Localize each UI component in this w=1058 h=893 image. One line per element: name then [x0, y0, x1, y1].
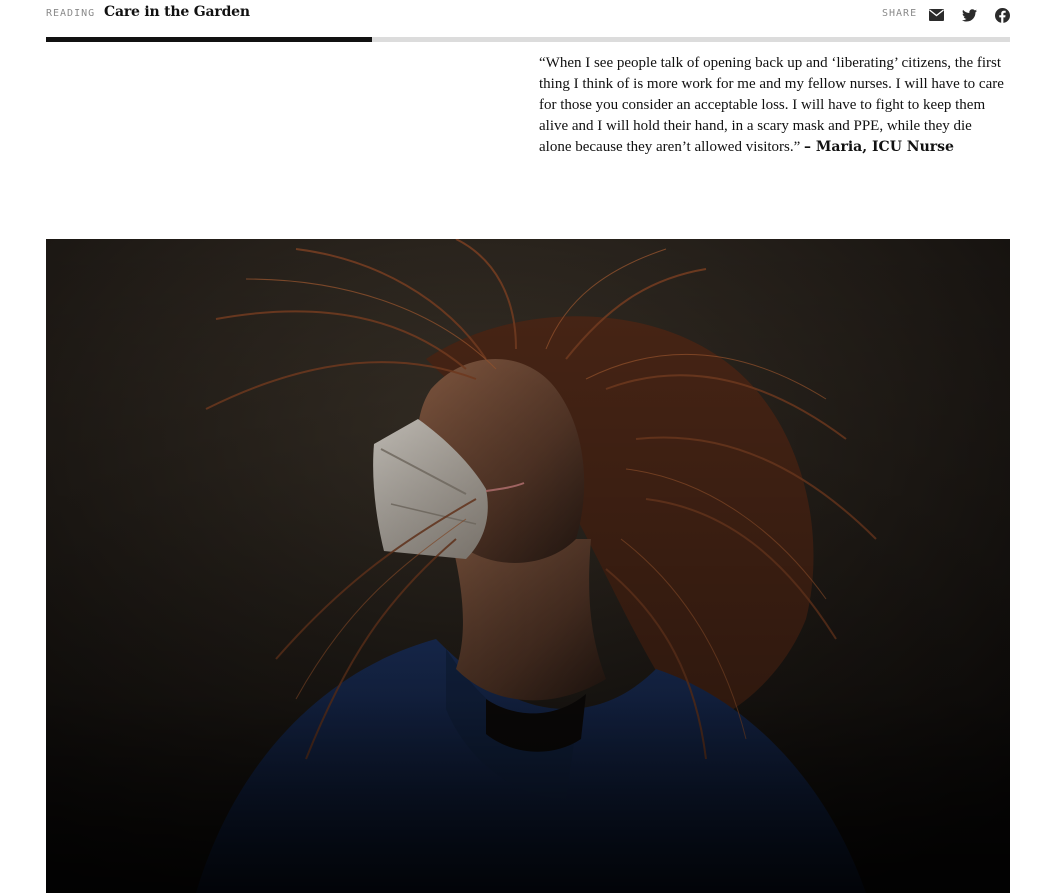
pull-quote-attribution: – Maria, ICU Nurse [804, 139, 954, 155]
reading-kicker: READING [46, 8, 96, 19]
photo-nurse-in-mask [46, 239, 1010, 893]
share-email-button[interactable] [928, 7, 944, 23]
share-facebook-button[interactable] [994, 7, 1010, 23]
reading-progress-fill [46, 37, 372, 42]
twitter-bird-icon [961, 8, 977, 21]
share-twitter-button[interactable] [961, 7, 977, 23]
reading-progress-bar [46, 37, 1010, 42]
envelope-icon [928, 9, 944, 21]
nurse-photo [46, 239, 1010, 893]
reading-title[interactable]: Care in the Garden [104, 4, 250, 20]
reading-header: READING Care in the Garden SHARE [0, 0, 1058, 36]
pull-quote: “When I see people talk of opening back … [539, 53, 1005, 158]
share-kicker: SHARE [882, 8, 918, 19]
facebook-f-icon [994, 7, 1010, 23]
